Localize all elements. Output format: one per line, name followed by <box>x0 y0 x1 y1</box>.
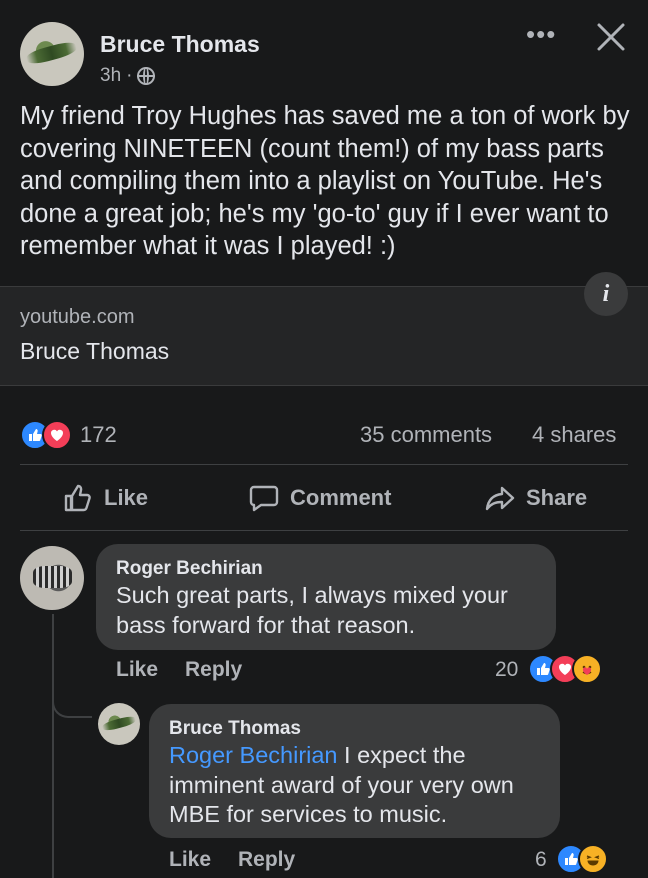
reply-like-button[interactable]: Like <box>169 848 211 872</box>
like-button[interactable]: Like <box>62 482 148 514</box>
comment-text: Such great parts, I always mixed your ba… <box>116 582 508 638</box>
comment-label: Comment <box>290 485 392 510</box>
like-icon <box>64 484 91 512</box>
reply-text: Roger Bechirian I expect the imminent aw… <box>169 741 559 830</box>
care-reaction-icon <box>572 654 602 684</box>
shares-count[interactable]: 4 shares <box>532 422 616 448</box>
reply-reply-button[interactable]: Reply <box>238 848 295 872</box>
reply-reactions[interactable] <box>556 844 608 874</box>
comment-author[interactable]: Roger Bechirian <box>116 558 263 580</box>
commenter-avatar[interactable] <box>20 546 84 610</box>
post-time[interactable]: 3h <box>100 65 121 87</box>
close-icon[interactable] <box>594 20 628 54</box>
more-horizontal-icon[interactable]: ••• <box>526 21 556 47</box>
share-button[interactable]: Share <box>484 482 587 514</box>
post-meta: 3h · <box>100 65 156 87</box>
share-label: Share <box>526 485 588 510</box>
comment-reaction-count[interactable]: 20 <box>495 658 518 682</box>
divider <box>20 464 628 465</box>
thread-branch <box>52 680 92 718</box>
like-label: Like <box>104 485 149 510</box>
post-author-name[interactable]: Bruce Thomas <box>100 31 260 58</box>
reaction-count[interactable]: 172 <box>80 422 117 448</box>
comment-like-button[interactable]: Like <box>116 658 158 682</box>
comment-icon <box>249 485 279 512</box>
reactions-summary[interactable] <box>20 420 72 450</box>
comment-reply-button[interactable]: Reply <box>185 658 242 682</box>
link-preview-card[interactable] <box>0 286 648 386</box>
haha-reaction-icon <box>578 844 608 874</box>
share-icon <box>485 486 515 511</box>
author-avatar[interactable] <box>20 22 84 86</box>
love-reaction-icon <box>42 420 72 450</box>
comment-button[interactable]: Comment <box>248 482 391 514</box>
meta-separator: · <box>126 65 133 86</box>
reply-reaction-count[interactable]: 6 <box>535 848 547 872</box>
comments-count[interactable]: 35 comments <box>360 422 492 448</box>
thread-line <box>52 614 54 878</box>
globe-icon <box>137 67 156 85</box>
mention-link[interactable]: Roger Bechirian <box>169 742 338 768</box>
link-title[interactable]: Bruce Thomas <box>20 338 169 365</box>
divider <box>20 530 628 531</box>
reply-author[interactable]: Bruce Thomas <box>169 718 301 740</box>
info-icon[interactable]: i <box>584 272 628 316</box>
link-domain: youtube.com <box>20 306 135 328</box>
comment-reactions[interactable] <box>528 654 602 684</box>
reply-author-avatar[interactable] <box>98 703 140 745</box>
post-text: My friend Troy Hughes has saved me a ton… <box>20 102 630 260</box>
